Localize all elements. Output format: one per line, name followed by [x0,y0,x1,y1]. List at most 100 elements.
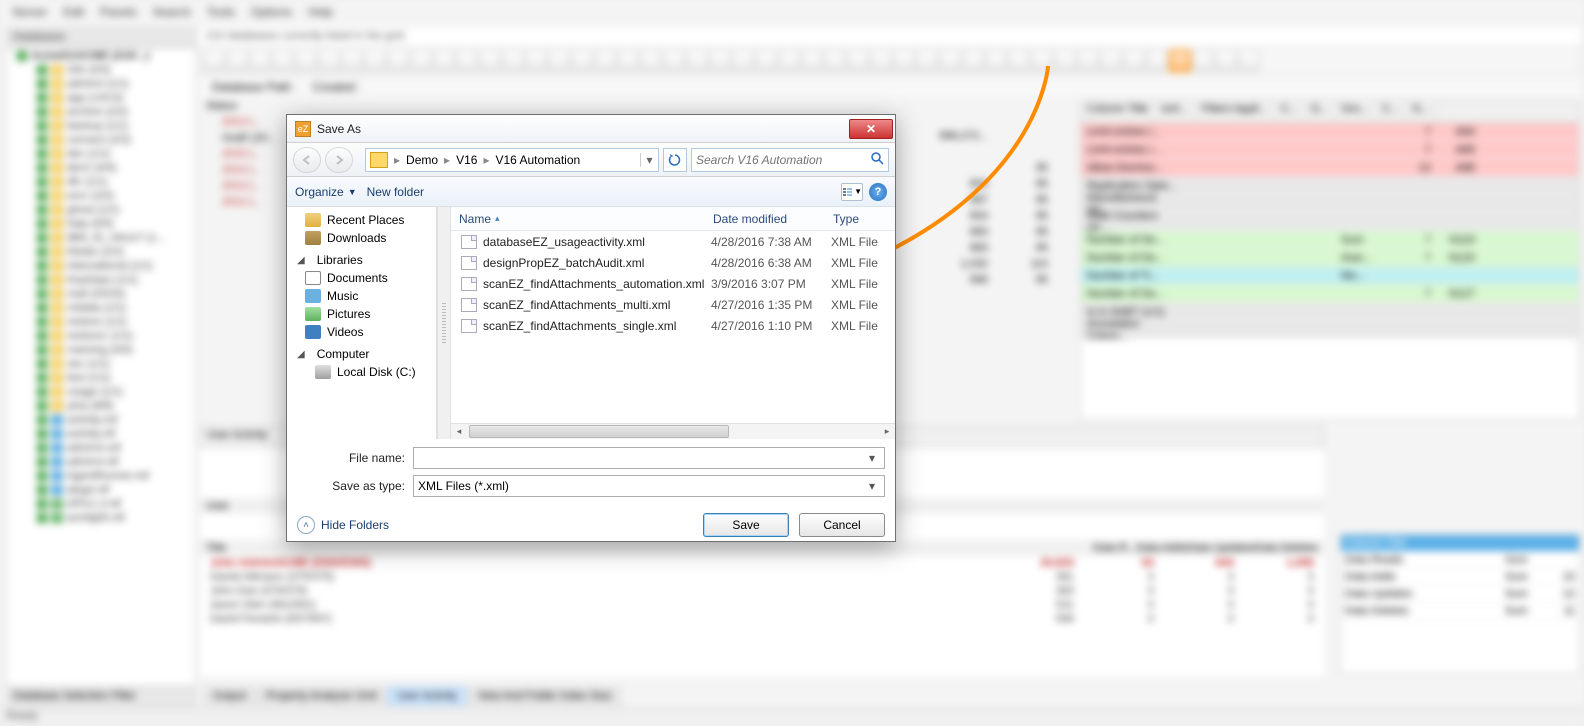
toolbar-button[interactable] [203,50,225,72]
rp-col-header[interactable]: C... [1275,101,1305,122]
toolbar-button[interactable] [571,50,593,72]
toolbar-button[interactable] [870,50,892,72]
checkbox-icon[interactable] [37,443,47,453]
rp-col-header[interactable]: G... [1406,101,1437,122]
nav-computer[interactable]: ◢Computer [287,341,436,363]
checkbox-icon[interactable] [37,191,47,201]
file-row[interactable]: scanEZ_findAttachments_multi.xml4/27/201… [451,294,895,315]
bottom-tab[interactable]: View And Folder Index Size [468,687,620,705]
tree-item[interactable]: restore1 (1/1) [7,329,195,343]
file-list-header[interactable]: Name▴ Date modified Type [451,207,895,231]
rp-row[interactable]: Limit entries i...7A84 [1081,123,1579,141]
checkbox-icon[interactable] [37,415,47,425]
toolbar-button[interactable] [893,50,915,72]
breadcrumb-dropdown[interactable]: ▾ [640,153,658,167]
file-row[interactable]: scanEZ_findAttachments_automation.xml3/9… [451,273,895,294]
checkbox-icon[interactable] [37,401,47,411]
checkbox-icon[interactable] [37,387,47,397]
checkbox-icon[interactable] [37,261,47,271]
tree-item[interactable]: archlg50.ntf [7,511,195,525]
user-activity-row[interactable]: David Fenwick (597/597)596000 [200,612,1324,626]
tree-item[interactable]: test (1/1) [7,371,195,385]
scroll-right-icon[interactable]: ▸ [879,424,895,439]
database-selection-filter[interactable]: Database Selection Filter [6,688,196,706]
toolbar-button[interactable] [548,50,570,72]
nav-recent[interactable]: Recent Places [287,211,436,229]
checkbox-icon[interactable] [37,485,47,495]
col-type[interactable]: Type [825,207,895,230]
toolbar-button[interactable] [663,50,685,72]
toolbar-button[interactable] [939,50,961,72]
toolbar-button[interactable] [1123,50,1145,72]
tree-item[interactable]: admin4 (1/1) [7,77,195,91]
chevron-down-icon[interactable]: ▾ [864,451,880,465]
expand-icon[interactable]: ◢ [297,349,305,360]
checkbox-icon[interactable] [37,107,47,117]
nav-pictures[interactable]: Pictures [287,305,436,323]
checkbox-icon[interactable] [37,177,47,187]
menu-tools[interactable]: Tools [199,1,243,23]
tree-item[interactable]: connect (2/2) [7,133,195,147]
col-created[interactable]: Created [306,78,362,96]
menu-panels[interactable]: Panels [92,1,145,23]
rp-col-header[interactable]: Gro... [1336,101,1377,122]
status-col[interactable]: Status [206,100,237,112]
tree-root[interactable]: Acme01/ACME (210/...) [7,49,195,63]
toolbar-button[interactable] [410,50,432,72]
tree-item[interactable]: usage (1/1) [7,385,195,399]
checkbox-icon[interactable] [37,499,47,509]
rp-col-header[interactable]: sort... [1155,101,1196,122]
splitter[interactable] [437,207,451,439]
file-row[interactable]: scanEZ_findAttachments_single.xml4/27/20… [451,315,895,336]
toolbar-button[interactable] [1008,50,1030,72]
checkbox-icon[interactable] [17,51,27,61]
toolbar-button[interactable] [1100,50,1122,72]
chevron-right-icon[interactable]: ▸ [392,153,402,167]
tree-item[interactable]: dev (1/1) [7,147,195,161]
search-input[interactable] [696,153,870,167]
tree-item[interactable]: AgentRunner.nsf [7,469,195,483]
crumb-automation[interactable]: V16 Automation [491,149,584,171]
checkbox-icon[interactable] [37,359,47,369]
tree-item[interactable]: mail (20/20) [7,287,195,301]
filename-combo[interactable]: ▾ [413,447,885,469]
cancel-button[interactable]: Cancel [799,513,885,537]
chevron-right-icon[interactable]: ▸ [481,153,491,167]
automation-export-button[interactable] [1169,50,1191,72]
rb-row[interactable]: Data UpdatesSum12 [1341,586,1579,603]
toolbar-button[interactable] [1238,50,1260,72]
checkbox-icon[interactable] [37,429,47,439]
checkbox-icon[interactable] [37,233,47,243]
toolbar-button[interactable] [479,50,501,72]
col-db-path[interactable]: Database Path [206,78,298,96]
tree-item[interactable]: restore (1/1) [7,315,195,329]
rp-row[interactable]: Annotation Colum... [1081,321,1579,339]
checkbox-icon[interactable] [37,205,47,215]
checkbox-icon[interactable] [37,471,47,481]
tree-item[interactable]: alog4.ntf [7,483,195,497]
dialog-titlebar[interactable]: eZ Save As ✕ [287,115,895,143]
toolbar-button[interactable] [755,50,777,72]
checkbox-icon[interactable] [37,247,47,257]
rp-col-header[interactable]: Filters Appli... [1196,101,1275,122]
chevron-right-icon[interactable]: ▸ [442,153,452,167]
rp-col-header[interactable]: G... [1305,101,1336,122]
tree-item[interactable]: roaming (4/4) [7,343,195,357]
toolbar-button[interactable] [778,50,800,72]
scroll-left-icon[interactable]: ◂ [451,424,467,439]
rp-col-header[interactable]: C... [1376,101,1406,122]
toolbar-button[interactable] [364,50,386,72]
checkbox-icon[interactable] [37,345,47,355]
ua-col-reads[interactable]: Data R... [1093,542,1136,554]
menu-help[interactable]: Help [300,1,341,23]
nav-pane[interactable]: Recent Places Downloads ◢Libraries Docum… [287,207,437,439]
scrollbar-thumb[interactable] [469,425,729,438]
toolbar-button[interactable] [916,50,938,72]
tree-item[interactable]: help (5/5) [7,217,195,231]
toolbar-button[interactable] [709,50,731,72]
help-button[interactable]: ? [869,183,887,201]
checkbox-icon[interactable] [37,317,47,327]
checkbox-icon[interactable] [37,149,47,159]
rb-row[interactable]: Data DeletesSum11 [1341,603,1579,620]
tree-item[interactable]: iNotes (2/2) [7,245,195,259]
